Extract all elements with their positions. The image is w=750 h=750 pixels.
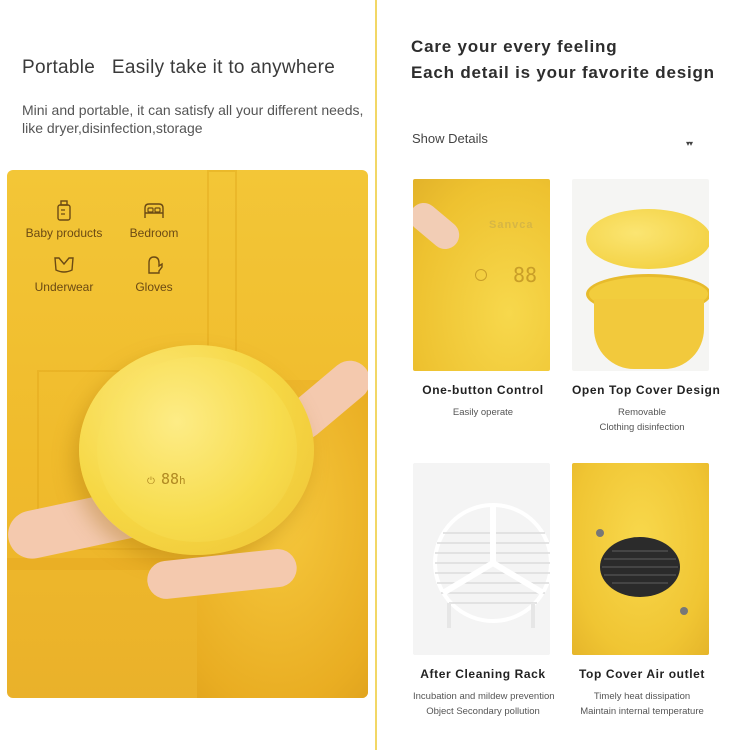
feature-desc-line2: Object Secondary pollution bbox=[426, 706, 540, 717]
center-divider bbox=[375, 0, 377, 750]
feature-image-outlet bbox=[572, 463, 709, 655]
feature-open-top-cover: Open Top Cover Design Removable Clothing… bbox=[572, 179, 721, 435]
usage-label: Bedroom bbox=[129, 226, 179, 240]
bed-icon bbox=[143, 200, 165, 222]
feature-description: Removable Clothing disinfection bbox=[572, 405, 712, 435]
base-body bbox=[594, 299, 704, 369]
feature-name: One-button Control bbox=[422, 383, 544, 397]
device-control-panel: ⏻ 88h bbox=[147, 470, 186, 488]
power-icon bbox=[475, 269, 487, 281]
chevron-down-icon[interactable]: ▾▾ bbox=[686, 139, 693, 148]
show-details-link[interactable]: Show Details bbox=[412, 131, 488, 146]
feature-description: Incubation and mildew prevention Object … bbox=[413, 689, 555, 719]
feature-desc-line1: Timely heat dissipation bbox=[593, 691, 691, 702]
feature-name: After Cleaning Rack bbox=[420, 667, 546, 681]
baby-bottle-icon bbox=[53, 200, 75, 222]
feature-air-outlet: Top Cover Air outlet Timely heat dissipa… bbox=[572, 463, 712, 719]
feature-description: Easily operate bbox=[413, 405, 553, 420]
device-display: 88 bbox=[160, 470, 179, 488]
rack-illustration bbox=[433, 503, 550, 628]
feature-cleaning-rack: After Cleaning Rack Incubation and milde… bbox=[413, 463, 555, 719]
glove-icon bbox=[143, 254, 165, 276]
usage-bedroom: Bedroom bbox=[109, 200, 199, 240]
feature-desc-line2: Clothing disinfection bbox=[599, 422, 685, 433]
display-digits: 88 bbox=[513, 263, 538, 287]
brand-logo: Sanvca bbox=[489, 219, 534, 231]
lifted-cover bbox=[586, 209, 709, 269]
usage-label: Gloves bbox=[135, 280, 173, 294]
feature-image-control: Sanvca 88 bbox=[413, 179, 550, 371]
feature-one-button-control: Sanvca 88 One-button Control Easily oper… bbox=[413, 179, 553, 420]
feature-name: Top Cover Air outlet bbox=[579, 667, 705, 681]
feature-name: Open Top Cover Design bbox=[572, 383, 721, 397]
usage-label: Baby products bbox=[25, 226, 103, 240]
feature-desc-line2: Maintain internal temperature bbox=[580, 706, 704, 717]
usage-grid: Baby products Bedroom Underwear Gloves bbox=[19, 200, 199, 300]
care-heading: Care your every feeling Each detail is y… bbox=[411, 34, 715, 86]
air-outlet-illustration bbox=[596, 529, 688, 615]
feature-desc-line1: Incubation and mildew prevention bbox=[413, 691, 555, 702]
usage-underwear: Underwear bbox=[19, 254, 109, 294]
feature-description: Timely heat dissipation Maintain interna… bbox=[572, 689, 712, 719]
device-unit: h bbox=[179, 474, 186, 487]
care-heading-line2: Each detail is your favorite design bbox=[411, 63, 715, 82]
feature-image-rack bbox=[413, 463, 550, 655]
feature-image-cover bbox=[572, 179, 709, 371]
usage-label: Underwear bbox=[34, 280, 94, 294]
portable-heading: Portable Easily take it to anywhere bbox=[22, 57, 336, 78]
feature-desc-line1: Removable bbox=[617, 407, 667, 418]
portable-description: Mini and portable, it can satisfy all yo… bbox=[22, 102, 364, 136]
feature-desc-line1: Easily operate bbox=[452, 407, 514, 418]
usage-gloves: Gloves bbox=[109, 254, 199, 294]
finger bbox=[413, 197, 465, 255]
underwear-icon bbox=[53, 254, 75, 276]
care-heading-line1: Care your every feeling bbox=[411, 37, 618, 56]
lifestyle-photo: Baby products Bedroom Underwear Gloves ⏻… bbox=[7, 170, 368, 698]
usage-baby-products: Baby products bbox=[19, 200, 109, 240]
